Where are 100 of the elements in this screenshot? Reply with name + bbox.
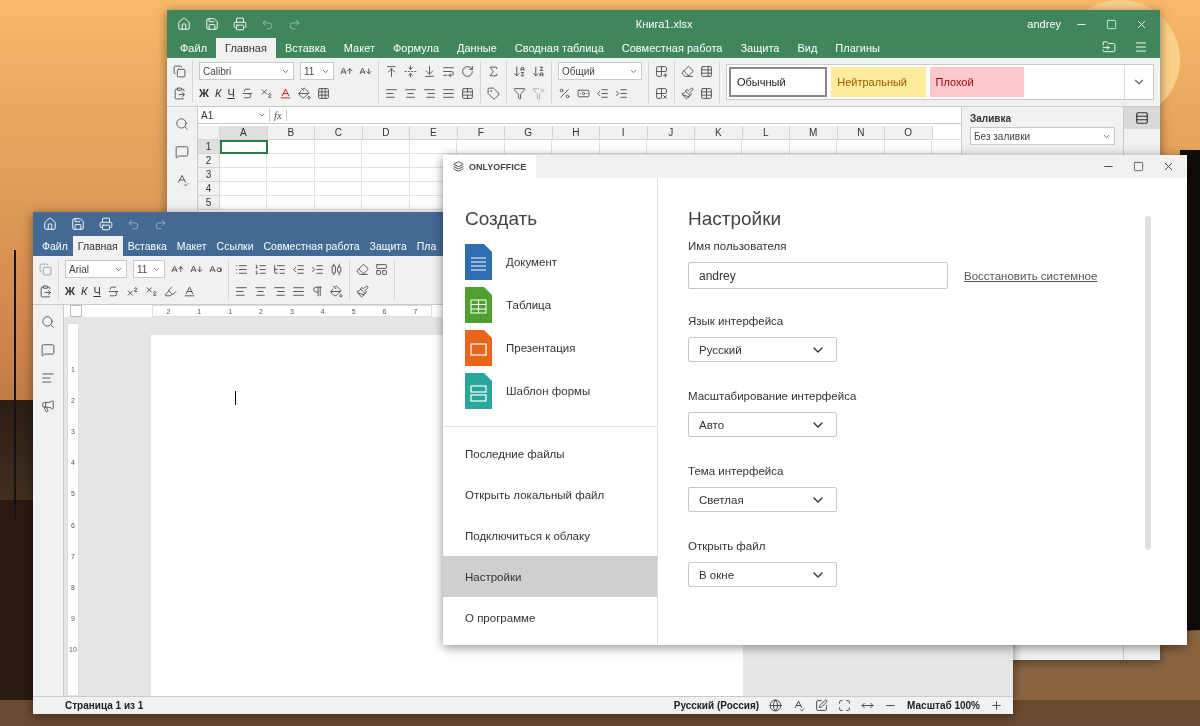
create-link[interactable]: Презентация bbox=[506, 341, 576, 354]
align-center-icon[interactable] bbox=[404, 86, 417, 100]
column-header[interactable]: I bbox=[600, 126, 648, 140]
multilevel-list-icon[interactable] bbox=[273, 262, 286, 276]
feedback-icon[interactable] bbox=[41, 399, 55, 413]
format-button[interactable]: Ж bbox=[65, 285, 75, 297]
cell-settings-button[interactable] bbox=[1124, 107, 1160, 129]
decrease-decimal-icon[interactable] bbox=[596, 86, 609, 100]
menu-tab[interactable]: Макет bbox=[334, 38, 384, 58]
fill-color-icon[interactable] bbox=[297, 86, 311, 100]
justify-icon[interactable] bbox=[442, 86, 455, 100]
column-header[interactable]: C bbox=[315, 126, 363, 140]
function-label[interactable]: fx bbox=[270, 109, 287, 121]
paste-icon[interactable] bbox=[173, 86, 186, 100]
cell-style[interactable]: Обычный bbox=[729, 67, 828, 97]
column-header[interactable]: D bbox=[362, 126, 410, 140]
form-file-icon[interactable] bbox=[465, 372, 492, 409]
menu-tab[interactable]: Вид bbox=[788, 38, 827, 58]
font-color-icon[interactable] bbox=[182, 284, 196, 298]
home-icon[interactable] bbox=[43, 217, 57, 231]
nav-item[interactable]: Подключиться к облаку bbox=[443, 515, 657, 556]
align-left-icon[interactable] bbox=[235, 284, 248, 298]
align-top-icon[interactable] bbox=[385, 64, 398, 78]
column-header[interactable]: M bbox=[790, 126, 838, 140]
menu-tab[interactable]: Формула bbox=[383, 38, 449, 58]
shading-icon[interactable] bbox=[330, 284, 343, 298]
name-box[interactable]: A1 bbox=[198, 108, 270, 122]
nav-item[interactable]: Настройки bbox=[443, 556, 657, 597]
font-size-select[interactable]: 11 bbox=[300, 62, 334, 80]
borders-icon[interactable] bbox=[316, 86, 330, 100]
search-icon[interactable] bbox=[175, 117, 189, 131]
align-middle-icon[interactable] bbox=[404, 64, 417, 78]
copy-icon[interactable] bbox=[173, 64, 186, 78]
comment-icon[interactable] bbox=[41, 343, 55, 357]
close-icon[interactable] bbox=[1162, 160, 1175, 173]
format-button[interactable]: Ж bbox=[199, 87, 209, 99]
increase-indent-icon[interactable] bbox=[311, 262, 324, 276]
align-center-icon[interactable] bbox=[254, 284, 267, 298]
column-header[interactable]: N bbox=[837, 126, 885, 140]
align-right-icon[interactable] bbox=[423, 86, 436, 100]
decrease-indent-icon[interactable] bbox=[292, 262, 305, 276]
menu-tab[interactable]: Файл bbox=[37, 236, 73, 256]
sum-icon[interactable] bbox=[487, 64, 500, 78]
dropdown[interactable]: Русский bbox=[688, 337, 837, 362]
named-range-icon[interactable] bbox=[487, 86, 500, 100]
dropdown[interactable]: В окне bbox=[688, 562, 837, 587]
strikethrough-icon[interactable] bbox=[240, 86, 254, 100]
fit-page-icon[interactable] bbox=[838, 699, 852, 712]
globe-icon[interactable] bbox=[769, 699, 783, 712]
format-button[interactable]: К bbox=[214, 87, 222, 99]
paste-icon[interactable] bbox=[39, 284, 52, 298]
menu-tab[interactable]: Защита bbox=[731, 38, 789, 58]
orientation-icon[interactable] bbox=[461, 64, 474, 78]
menu-tab[interactable]: Плагины bbox=[826, 38, 889, 58]
spellcheck-icon[interactable] bbox=[175, 173, 189, 187]
column-header[interactable]: L bbox=[742, 126, 790, 140]
column-header[interactable]: H bbox=[552, 126, 600, 140]
nav-item[interactable]: Открыть локальный файл bbox=[443, 474, 657, 515]
column-header[interactable]: J bbox=[647, 126, 695, 140]
filter-icon[interactable] bbox=[513, 86, 526, 100]
eraser-icon[interactable] bbox=[356, 262, 369, 276]
nav-item[interactable]: Последние файлы bbox=[443, 433, 657, 474]
zoom-in-icon[interactable] bbox=[990, 699, 1003, 712]
fill-select[interactable]: Без заливки bbox=[970, 127, 1115, 145]
insert-cells-icon[interactable] bbox=[655, 64, 668, 78]
open-folder-icon[interactable] bbox=[1102, 39, 1116, 54]
format-button[interactable]: К bbox=[80, 285, 88, 297]
column-header[interactable]: G bbox=[505, 126, 553, 140]
home-icon[interactable] bbox=[177, 17, 191, 31]
cell-style[interactable]: Нейтральный bbox=[831, 67, 926, 97]
format-button[interactable]: Ч bbox=[93, 285, 101, 297]
align-left-icon[interactable] bbox=[385, 86, 398, 100]
spreadsheet-file-icon[interactable] bbox=[465, 286, 492, 323]
subscript-icon[interactable] bbox=[259, 86, 273, 100]
menu-tab[interactable]: Ссылки bbox=[211, 236, 259, 256]
line-spacing-icon[interactable] bbox=[330, 262, 343, 276]
track-changes-icon[interactable] bbox=[815, 699, 829, 712]
bullet-list-icon[interactable] bbox=[235, 262, 248, 276]
strikethrough-icon[interactable] bbox=[106, 284, 120, 298]
username-field[interactable]: andrey bbox=[688, 262, 948, 289]
font-select[interactable]: Arial bbox=[65, 260, 127, 278]
sort-descending-icon[interactable] bbox=[532, 64, 545, 78]
row-header[interactable]: 4 bbox=[198, 182, 220, 196]
cell-style[interactable]: Плохой bbox=[929, 67, 1024, 97]
menu-tab[interactable]: Макет bbox=[171, 236, 212, 256]
menu-tab[interactable]: Пла bbox=[411, 236, 442, 256]
sort-ascending-icon[interactable] bbox=[513, 64, 526, 78]
search-icon[interactable] bbox=[41, 315, 55, 329]
menu-tab[interactable]: Файл bbox=[171, 38, 217, 58]
restore-link[interactable]: Восстановить системное bbox=[964, 269, 1098, 282]
row-header[interactable]: 5 bbox=[198, 196, 220, 210]
number-format-select[interactable]: Общий bbox=[558, 62, 642, 80]
subscript-icon[interactable] bbox=[144, 284, 158, 298]
create-link[interactable]: Шаблон формы bbox=[506, 384, 591, 397]
menu-tab[interactable]: Главная bbox=[216, 38, 276, 58]
print-icon[interactable] bbox=[233, 17, 247, 31]
create-link[interactable]: Таблица bbox=[506, 298, 552, 311]
merge-cells-icon[interactable] bbox=[461, 86, 474, 100]
column-header[interactable]: O bbox=[885, 126, 933, 140]
create-link[interactable]: Документ bbox=[506, 255, 557, 268]
